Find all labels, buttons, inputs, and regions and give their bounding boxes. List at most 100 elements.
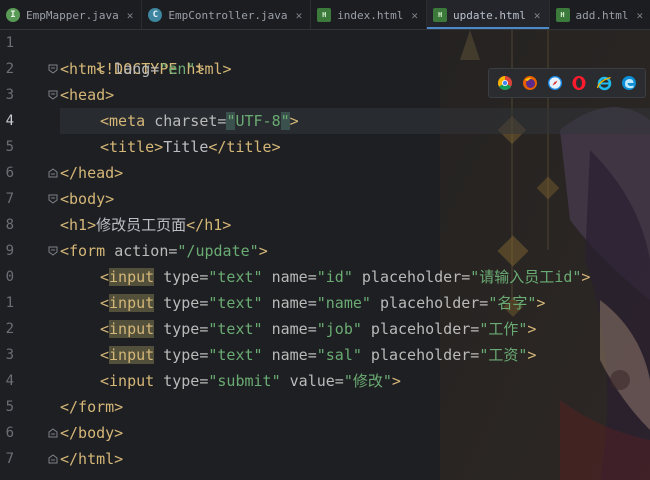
line-number: 5	[5, 399, 14, 415]
line-number: 7	[5, 451, 14, 467]
string-token: "text"	[208, 346, 263, 364]
attr-token: placeholder=	[361, 320, 480, 338]
attr-token: type=	[154, 294, 209, 312]
fold-close-icon[interactable]	[48, 428, 58, 438]
ie-icon[interactable]	[596, 75, 612, 91]
interface-icon: I	[6, 8, 20, 22]
attr-token: name=	[262, 320, 317, 338]
string-token: "sal"	[316, 346, 362, 364]
attr-token: type=	[163, 372, 209, 390]
chrome-icon[interactable]	[497, 75, 513, 91]
code-line-7[interactable]: <body>	[60, 186, 114, 212]
line-number: 0	[5, 269, 14, 285]
string-token: "名字"	[488, 294, 537, 312]
input-keyword-highlight: input	[109, 320, 155, 338]
tab-index-html[interactable]: H index.html ✕	[311, 0, 428, 29]
tag-token: <	[100, 346, 110, 364]
code-line-15[interactable]: </form>	[60, 394, 123, 420]
tag-token: </html>	[60, 450, 124, 468]
code-line-5[interactable]: <title>Title</title>	[60, 134, 281, 160]
code-line-4[interactable]: <meta charset="UTF-8">	[60, 108, 299, 134]
tag-token: <head>	[60, 86, 115, 104]
attr-token: lang=	[114, 60, 160, 78]
close-icon[interactable]: ✕	[534, 9, 541, 22]
fold-close-icon[interactable]	[48, 454, 58, 464]
code-line-2[interactable]: <html lang="en">	[60, 56, 205, 82]
code-line-13[interactable]: <input type="text" name="sal" placeholde…	[60, 342, 536, 368]
tag-token: <title>	[100, 138, 164, 156]
tag-token: <meta	[100, 112, 155, 130]
code-line-9[interactable]: <form action="/update">	[60, 238, 268, 264]
code-line-1[interactable]: <!DOCTYPE html>	[60, 30, 231, 78]
line-number: 4	[5, 373, 14, 389]
string-token: "text"	[208, 268, 263, 286]
attr-token: type=	[154, 320, 209, 338]
html-file-icon: H	[433, 8, 448, 22]
attr-token: placeholder=	[361, 346, 480, 364]
input-keyword-highlight: input	[109, 294, 155, 312]
string-token: "请输入员工id"	[470, 268, 582, 286]
attr-token: name=	[262, 346, 317, 364]
attr-token: placeholder=	[352, 268, 471, 286]
class-icon: C	[148, 8, 163, 22]
safari-icon[interactable]	[547, 75, 563, 91]
close-icon[interactable]: ✕	[127, 9, 134, 22]
attr-token: name=	[262, 294, 317, 312]
text-token: Title	[163, 138, 209, 156]
tab-empcontroller[interactable]: C EmpController.java ✕	[142, 0, 312, 29]
fold-open-icon[interactable]	[48, 194, 58, 204]
fold-open-icon[interactable]	[48, 64, 58, 74]
line-number: 3	[5, 87, 14, 103]
attr-token: type=	[154, 346, 209, 364]
fold-close-icon[interactable]	[48, 168, 58, 178]
text-token: 修改员工页面	[96, 216, 187, 234]
attr-token: value=	[280, 372, 344, 390]
string-quote-token: "	[280, 112, 290, 130]
code-line-10[interactable]: <input type="text" name="id" placeholder…	[60, 264, 590, 290]
string-token: "工资"	[479, 346, 528, 364]
line-number-current: 4	[5, 113, 14, 129]
code-line-3[interactable]: <head>	[60, 82, 114, 108]
attr-token: charset=	[154, 112, 227, 130]
fold-open-icon[interactable]	[48, 90, 58, 100]
tag-token: >	[391, 372, 401, 390]
line-number: 2	[5, 321, 14, 337]
edge-icon[interactable]	[621, 75, 637, 91]
tag-token: </body>	[60, 424, 124, 442]
code-line-16[interactable]: </body>	[60, 420, 123, 446]
tag-token: </title>	[208, 138, 281, 156]
tag-token: <	[100, 320, 110, 338]
opera-icon[interactable]	[571, 75, 587, 91]
tab-label: index.html	[337, 8, 404, 22]
tab-add-html[interactable]: H add.html ✕	[550, 0, 650, 29]
tag-token: </head>	[60, 164, 124, 182]
tag-token: <	[100, 268, 110, 286]
firefox-icon[interactable]	[522, 75, 538, 91]
code-line-12[interactable]: <input type="text" name="job" placeholde…	[60, 316, 536, 342]
tag-token: <body>	[60, 190, 115, 208]
close-icon[interactable]: ✕	[637, 9, 644, 22]
line-number-gutter: 1 2 3 4 5 6 7 8 9 0 1 2 3 4 5 6 7	[0, 30, 58, 480]
line-number: 6	[5, 425, 14, 441]
close-icon[interactable]: ✕	[411, 9, 418, 22]
string-token: "id"	[316, 268, 353, 286]
string-token: "text"	[208, 320, 263, 338]
string-token: UTF-8	[235, 112, 281, 130]
close-icon[interactable]: ✕	[296, 9, 303, 22]
code-line-14[interactable]: <input type="submit" value="修改">	[60, 368, 401, 394]
input-keyword-highlight: input	[109, 268, 155, 286]
html-file-icon: H	[317, 8, 332, 22]
tag-token: </h1>	[186, 216, 232, 234]
fold-open-icon[interactable]	[48, 246, 58, 256]
string-token: "en"	[159, 60, 196, 78]
code-line-17[interactable]: </html>	[60, 446, 123, 472]
code-line-8[interactable]: <h1>修改员工页面</h1>	[60, 212, 231, 238]
string-token: "name"	[316, 294, 371, 312]
tab-label: update.html	[453, 8, 526, 22]
string-token: "/update"	[177, 242, 259, 260]
tab-empmapper[interactable]: I EmpMapper.java ✕	[0, 0, 143, 29]
code-line-11[interactable]: <input type="text" name="name" placehold…	[60, 290, 545, 316]
tag-token: >	[581, 268, 591, 286]
tab-update-html[interactable]: H update.html ✕	[427, 0, 550, 29]
code-line-6[interactable]: </head>	[60, 160, 123, 186]
